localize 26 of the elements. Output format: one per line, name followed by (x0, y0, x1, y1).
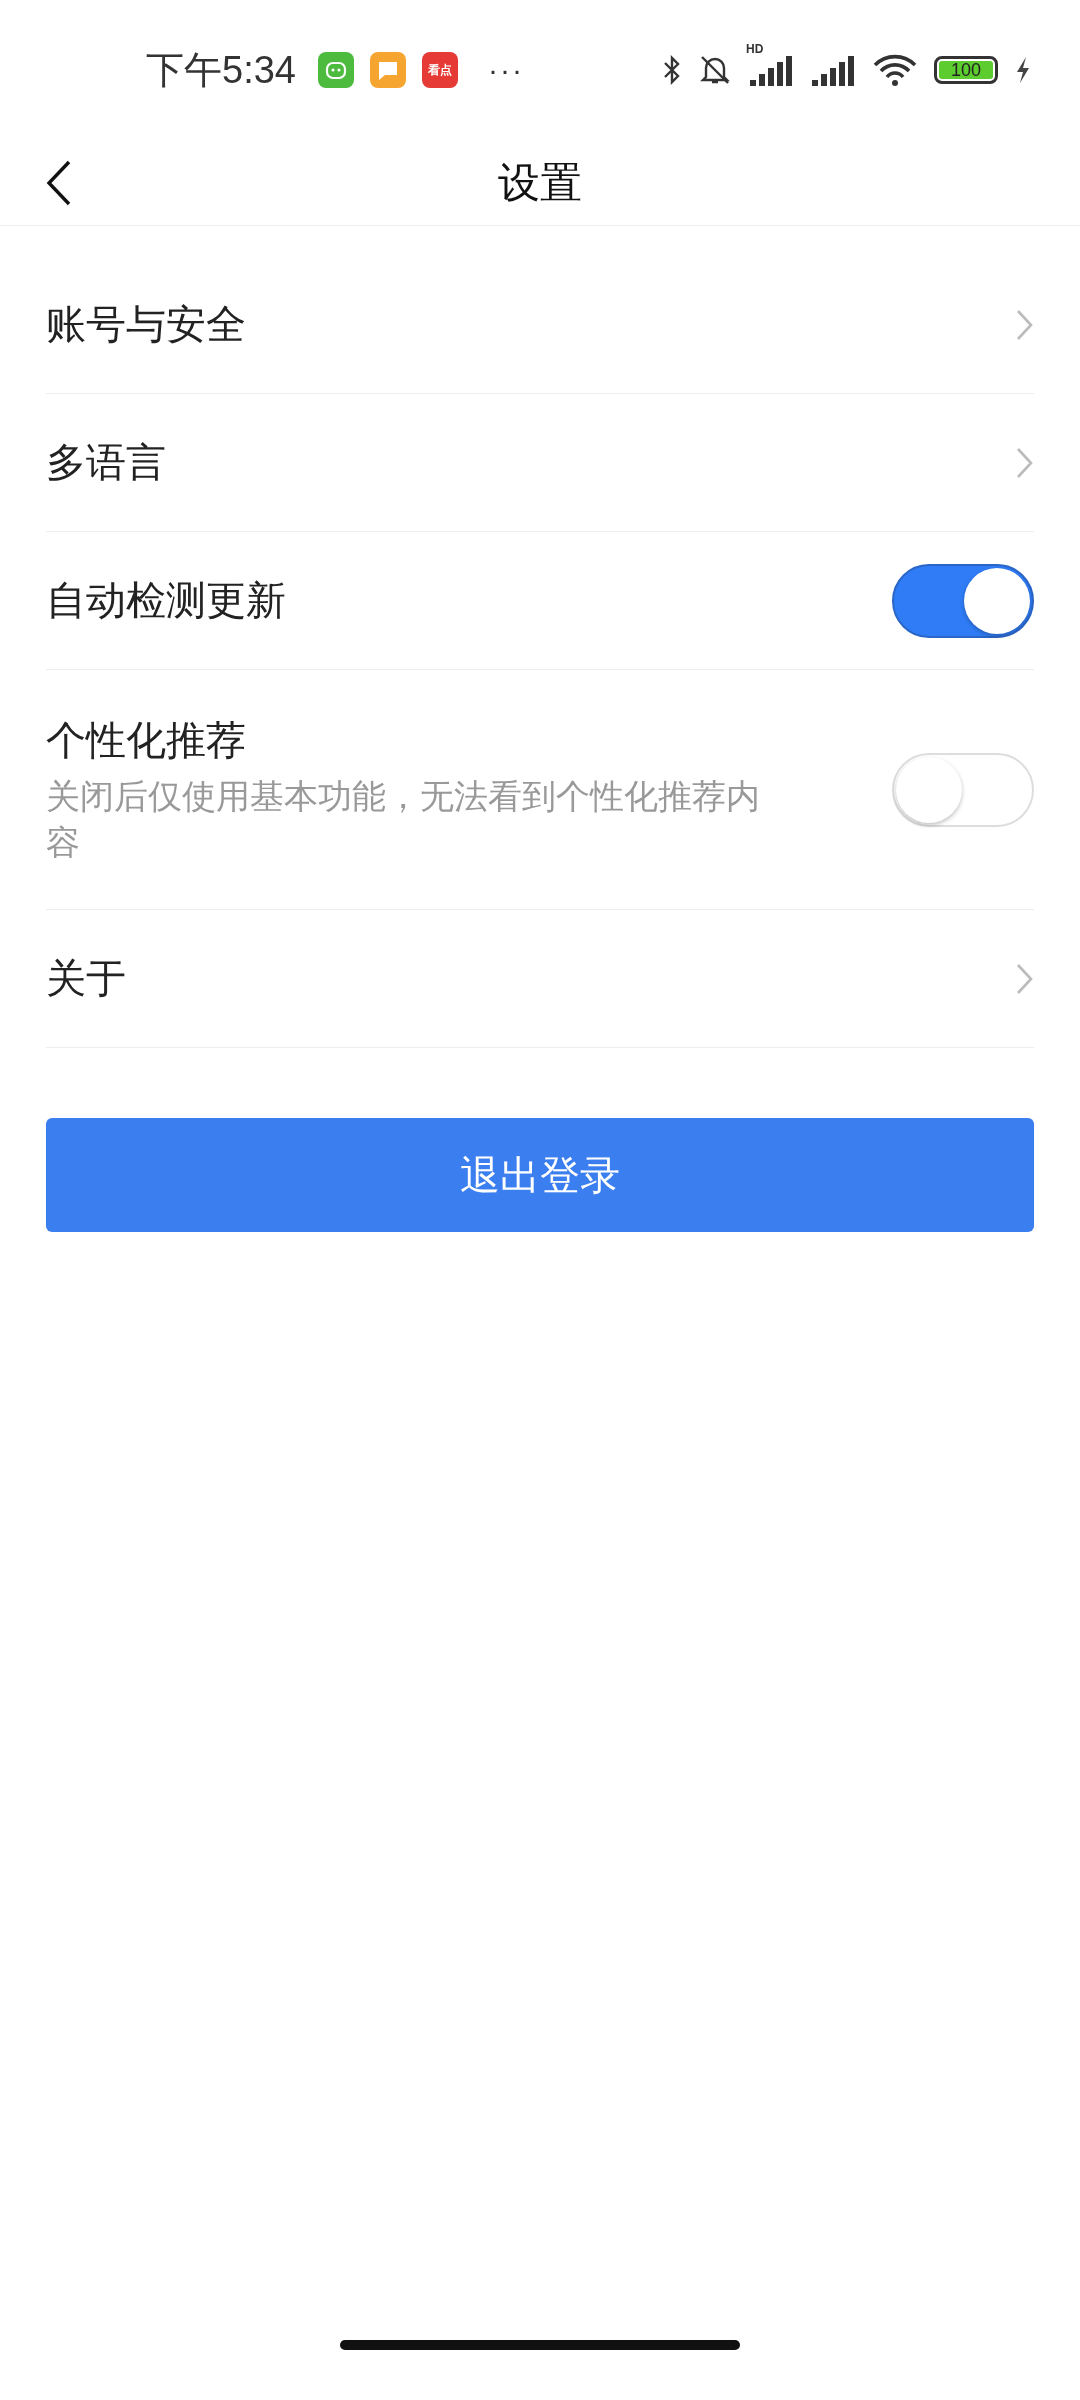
wifi-icon (872, 53, 918, 87)
setting-label: 多语言 (46, 439, 166, 486)
setting-description: 关闭后仅使用基本功能，无法看到个性化推荐内容 (46, 776, 761, 863)
page-title: 设置 (498, 157, 582, 208)
settings-row[interactable]: 关于 (46, 910, 1034, 1048)
logout-button[interactable]: 退出登录 (46, 1118, 1034, 1232)
signal-icon (810, 54, 856, 86)
settings-row[interactable]: 账号与安全 (46, 256, 1034, 394)
more-notifications: ··· (487, 53, 524, 87)
setting-label: 关于 (46, 955, 126, 1002)
toggle-row[interactable]: 个性化推荐 关闭后仅使用基本功能，无法看到个性化推荐内容 (46, 670, 1034, 910)
bluetooth-icon (662, 55, 682, 85)
settings-row[interactable]: 多语言 (46, 394, 1034, 532)
status-time: 下午5:34 (146, 47, 296, 93)
toggle-row[interactable]: 自动检测更新 (46, 532, 1034, 670)
setting-label: 个性化推荐 (46, 717, 247, 765)
robot-app-icon (317, 52, 354, 88)
setting-label: 账号与安全 (46, 301, 246, 348)
news-app-icon: 看点 (421, 52, 458, 88)
network-label: HD (746, 42, 764, 56)
signal-icon (748, 54, 794, 86)
message-app-icon (369, 52, 406, 88)
battery-level: 100 (939, 61, 993, 79)
charging-icon (1014, 55, 1032, 85)
muted-bell-icon (698, 54, 732, 86)
setting-label: 自动检测更新 (46, 577, 286, 624)
